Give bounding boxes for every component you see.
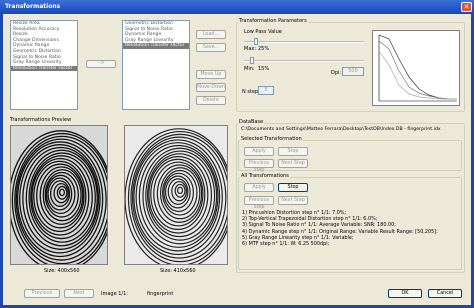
transfer-curve-svg <box>378 34 457 102</box>
selected-stop-button[interactable]: Stop <box>278 147 308 156</box>
dpi-label: Dpi: <box>331 70 342 76</box>
result-line: 6) MTF step n° 1/1: W: 6.25 500dpi; <box>242 240 330 247</box>
available-transformations-list[interactable]: Resize Area Resolution Accuracy Resize Chan… <box>10 20 78 110</box>
max-slider[interactable] <box>244 41 364 43</box>
results-list: 1) Pincushion Distortion step n° 1/1: 7.… <box>242 210 460 247</box>
window-title: Transformations <box>5 3 61 10</box>
result-line: 4) Dynamic Range step n° 1/1: Original R… <box>242 228 438 235</box>
move-down-button[interactable]: Move Down <box>196 83 226 92</box>
cancel-button[interactable]: Cancel <box>428 289 462 298</box>
min-label: Min: <box>244 66 255 72</box>
window-title-bar[interactable]: Transformations <box>0 0 474 14</box>
image-name: fingerprint <box>147 291 174 297</box>
all-stop-button[interactable]: Stop <box>278 183 308 192</box>
selected-next-step-button[interactable]: Next Step <box>278 159 308 168</box>
delete-button[interactable]: Delete <box>196 96 226 105</box>
list-item[interactable]: Resolution Transfer Factor <box>11 65 77 72</box>
original-image-preview <box>10 125 108 265</box>
selected-previous-step-button[interactable]: Previous Step <box>244 159 274 173</box>
footer-next-button[interactable]: Next <box>64 289 94 298</box>
original-size-label: Size: 400x560 <box>44 268 80 274</box>
dpi-field[interactable]: 500 <box>342 67 364 76</box>
footer-previous-button[interactable]: Previous <box>24 289 60 298</box>
load-button[interactable]: Load... <box>196 30 226 39</box>
fingerprint-right <box>125 126 227 264</box>
selected-transformation-label: Selected Transformation <box>240 136 303 142</box>
min-value: 15% <box>258 66 270 72</box>
all-transformations-label: All Transformations <box>240 173 290 179</box>
chart-curve-3 <box>378 50 457 100</box>
list-item[interactable]: Resolution Transfer Factor <box>123 43 189 49</box>
transformed-image-preview <box>124 125 228 265</box>
selected-apply-button[interactable]: Apply <box>244 147 274 156</box>
close-window-button[interactable]: ✕ <box>461 2 472 12</box>
image-counter-label: Image 1/1: <box>101 291 128 297</box>
max-slider-thumb[interactable] <box>254 38 258 45</box>
transformed-size-label: Size: 410x560 <box>160 268 196 274</box>
database-label: DataBase <box>238 119 265 125</box>
fingerprint-left <box>11 126 107 264</box>
ok-button[interactable]: OK <box>388 289 422 298</box>
min-slider-thumb[interactable] <box>250 57 254 64</box>
save-button[interactable]: Save... <box>196 43 226 52</box>
low-pass-label: Low Pass Value <box>244 29 282 35</box>
nstep-field[interactable]: 5 <box>258 86 274 95</box>
max-label: Max: <box>244 46 257 52</box>
database-path: C:\Documents and Settings\Matteo Ferrara… <box>241 127 441 132</box>
transformation-parameters-label: Transformation Parameters <box>238 18 308 24</box>
all-next-step-button[interactable]: Next Step <box>278 196 308 205</box>
chart-curve-1 <box>378 34 457 100</box>
transfer-curve-chart <box>372 30 460 106</box>
selected-transformations-list[interactable]: Geometric Distortion Signal to Noise Rati… <box>122 20 190 110</box>
add-transformation-button[interactable]: --> <box>86 60 116 68</box>
chart-curve-2 <box>378 40 457 100</box>
move-up-button[interactable]: Move Up <box>196 70 226 79</box>
preview-label: Transformations Preview <box>10 117 72 123</box>
all-apply-button[interactable]: Apply <box>244 183 274 192</box>
min-slider[interactable] <box>244 60 364 62</box>
all-previous-step-button[interactable]: Previous Step <box>244 196 274 210</box>
max-value: 25% <box>258 46 270 52</box>
